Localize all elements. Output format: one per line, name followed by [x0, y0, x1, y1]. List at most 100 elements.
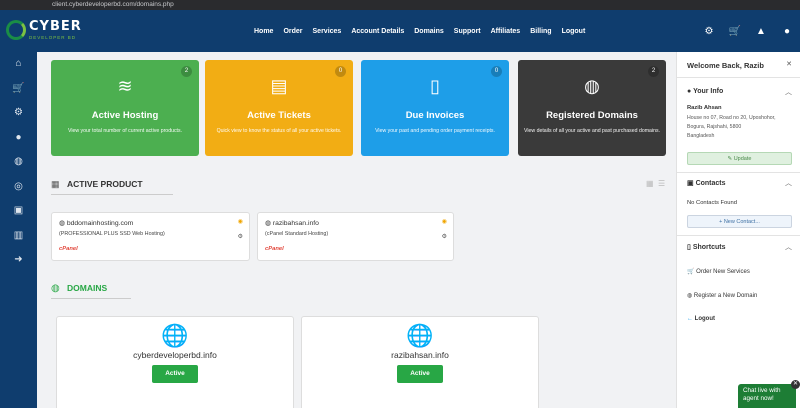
product-card[interactable]: ◍ razibahsan.info (cPanel Standard Hosti… — [257, 212, 454, 261]
globe-icon: ◍ — [687, 293, 693, 299]
globe-icon[interactable]: ◍ — [0, 150, 37, 175]
tile-registered-domains[interactable]: 2 ◍ Registered Domains View details of a… — [518, 60, 666, 156]
nav-order[interactable]: Order — [283, 28, 302, 35]
product-plan: (cPanel Standard Hosting) — [265, 231, 329, 237]
support-icon[interactable]: ◎ — [0, 175, 37, 200]
tile-title: Registered Domains — [546, 110, 638, 121]
tile-badge: 2 — [181, 66, 192, 77]
tile-title: Active Hosting — [91, 110, 159, 121]
cube-icon: ▦ — [51, 179, 60, 189]
nav-account-details[interactable]: Account Details — [351, 28, 404, 35]
close-icon[interactable]: ✕ — [786, 60, 792, 68]
gear-icon[interactable]: ⚙ — [442, 233, 447, 240]
grid-view-icon[interactable]: ▦ — [646, 179, 654, 188]
tile-title: Active Tickets — [247, 110, 311, 121]
alert-icon[interactable]: ▲ — [748, 26, 774, 37]
list-view-icon[interactable]: ☰ — [658, 179, 665, 188]
chevron-up-icon[interactable]: ︿ — [785, 242, 792, 252]
user-icon[interactable]: ● — [0, 126, 37, 151]
tile-active-hosting[interactable]: 2 ≋ Active Hosting View your total numbe… — [51, 60, 199, 156]
cpanel-logo: cPanel — [265, 246, 284, 252]
divider — [677, 235, 800, 236]
address-line: House no 07, Road no 20, Uposhohor, — [687, 115, 776, 121]
domain-card[interactable]: 🌐 razibahsan.info Active — [301, 316, 539, 408]
user-icon[interactable]: ● — [774, 26, 800, 37]
shortcut-label: Logout — [694, 316, 715, 322]
nav-home[interactable]: Home — [254, 28, 273, 35]
gear-icon[interactable]: ⚙ — [238, 233, 243, 240]
nav-affiliates[interactable]: Affiliates — [491, 28, 521, 35]
shortcut-label: Register a New Domain — [693, 293, 758, 299]
main-content: 2 ≋ Active Hosting View your total numbe… — [37, 52, 676, 408]
your-info-heading: ● Your Info — [687, 88, 723, 95]
product-domain: bddomainhosting.com — [66, 220, 134, 227]
nav-support[interactable]: Support — [454, 28, 481, 35]
domain-card[interactable]: 🌐 cyberdeveloperbd.info Active — [56, 316, 294, 408]
logo[interactable]: CYBER DEVELOPER BD — [6, 18, 86, 46]
tile-badge: 2 — [648, 66, 659, 77]
logo-wordmark: CYBER — [29, 19, 82, 34]
browser-address-bar[interactable]: client.cyberdeveloperbd.com/domains.php — [0, 0, 800, 10]
www-icon: ◍ — [584, 76, 600, 96]
globe-icon: ◍ — [59, 220, 65, 227]
divider — [677, 77, 800, 78]
logout-icon[interactable]: ➜ — [0, 248, 37, 273]
tile-due-invoices[interactable]: 0 ▯ Due Invoices View your past and pend… — [361, 60, 509, 156]
new-contact-button[interactable]: + New Contact... — [687, 215, 792, 228]
shortcut-register-domain[interactable]: ◍ Register a New Domain — [687, 292, 757, 299]
chat-line: agent now! — [743, 395, 774, 402]
tile-description: Quick view to know the status of all you… — [216, 128, 342, 134]
cart-icon[interactable]: 🛒 — [722, 26, 748, 37]
shortcut-order-new-services[interactable]: 🛒 Order New Services — [687, 268, 750, 275]
shortcuts-heading: ▯ Shortcuts — [687, 243, 725, 251]
nav-services[interactable]: Services — [313, 28, 342, 35]
product-plan: (PROFESSIONAL PLUS SSD Web Hosting) — [59, 231, 165, 237]
right-sidebar: Welcome Back, Razib ✕ ● Your Info ︿ Razi… — [676, 52, 800, 408]
shortcuts-label: Shortcuts — [692, 244, 726, 251]
live-chat-widget[interactable]: Chat live with agent now! ✕ — [738, 380, 800, 408]
shortcut-logout[interactable]: ← Logout — [687, 316, 715, 322]
nav-domains[interactable]: Domains — [414, 28, 444, 35]
domain-status-button[interactable]: Active — [397, 365, 443, 383]
domain-name: razibahsan.info — [391, 350, 449, 360]
no-contacts-text: No Contacts Found — [687, 200, 737, 206]
services-icon[interactable]: ⚙ — [0, 101, 37, 126]
top-navbar: CYBER DEVELOPER BD Home Order Services A… — [0, 10, 800, 52]
contacts-heading: ▣ Contacts — [687, 179, 726, 187]
invoice-icon: ▯ — [430, 76, 440, 96]
address-line: Bangladesh — [687, 133, 715, 139]
section-divider — [51, 194, 173, 195]
user-icon: ● — [687, 88, 692, 95]
nav-billing[interactable]: Billing — [530, 28, 551, 35]
tile-description: View your past and pending order payment… — [375, 128, 495, 134]
chevron-up-icon[interactable]: ︿ — [785, 87, 792, 97]
tile-badge: 0 — [335, 66, 346, 77]
gear-icon[interactable]: ⚙ — [696, 26, 722, 37]
section-divider — [51, 298, 131, 299]
cart-icon[interactable]: 🛒 — [0, 77, 37, 102]
update-button[interactable]: ✎ Update — [687, 152, 792, 165]
domain-name: cyberdeveloperbd.info — [133, 350, 217, 360]
product-domain: razibahsan.info — [272, 220, 319, 227]
section-title-domains: DOMAINS — [67, 283, 108, 293]
address-line: Bogura, Rajshahi, 5800 — [687, 124, 742, 130]
contacts-icon: ▣ — [687, 180, 694, 187]
tile-description: View details of all your active and past… — [524, 128, 661, 134]
divider — [677, 172, 800, 173]
close-icon[interactable]: ✕ — [791, 380, 800, 389]
tile-badge: 0 — [491, 66, 502, 77]
cart-icon: 🛒 — [687, 269, 695, 275]
domain-status-button[interactable]: Active — [152, 365, 198, 383]
your-info-label: Your Info — [693, 88, 724, 95]
bookmark-icon: ▯ — [687, 244, 691, 251]
globe-icon: 🌐 — [406, 323, 434, 348]
chevron-up-icon[interactable]: ︿ — [785, 178, 792, 188]
nav-logout[interactable]: Logout — [562, 28, 586, 35]
home-icon[interactable]: ⌂ — [0, 52, 37, 77]
info-icon[interactable]: ◉ — [442, 218, 447, 225]
product-card[interactable]: ◍ bddomainhosting.com (PROFESSIONAL PLUS… — [51, 212, 250, 261]
tile-active-tickets[interactable]: 0 ▤ Active Tickets Quick view to know th… — [205, 60, 353, 156]
bank-icon[interactable]: ▥ — [0, 224, 37, 249]
billing-icon[interactable]: ▣ — [0, 199, 37, 224]
info-icon[interactable]: ◉ — [238, 218, 243, 225]
